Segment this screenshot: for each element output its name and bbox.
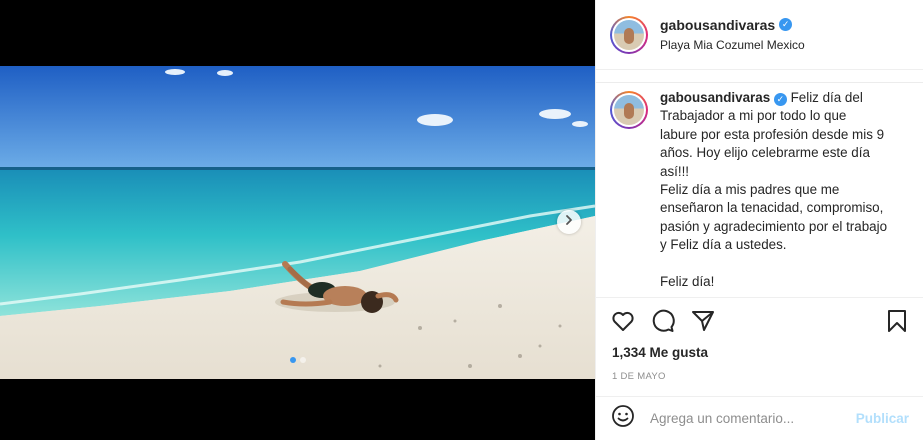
like-button[interactable] [610, 310, 636, 336]
save-button[interactable] [884, 309, 910, 338]
caption-area: gabousandivaras ✓ Feliz día del Trabajad… [596, 82, 923, 297]
carousel-dot-active [289, 357, 296, 363]
author-username[interactable]: gabousandivaras [660, 16, 775, 34]
comment-button[interactable] [650, 309, 676, 338]
post-header: gabousandivaras ✓ Playa Mia Cozumel Mexi… [596, 0, 923, 70]
likes-count[interactable]: 1,334 Me gusta [612, 345, 708, 360]
emoji-button[interactable] [610, 404, 636, 433]
author-avatar[interactable] [610, 15, 648, 54]
carousel-indicator [0, 357, 595, 363]
paper-plane-icon [691, 309, 715, 338]
post-date[interactable]: 1 DE MAYO [612, 371, 666, 382]
heart-icon [611, 309, 635, 338]
share-button[interactable] [690, 310, 716, 336]
post-photo[interactable] [0, 66, 595, 379]
verified-badge-icon: ✓ [779, 18, 793, 32]
post-side-panel: gabousandivaras ✓ Playa Mia Cozumel Mexi… [595, 0, 923, 440]
post-media-area [0, 0, 595, 440]
post-location[interactable]: Playa Mia Cozumel Mexico [660, 38, 805, 54]
comment-input[interactable] [650, 411, 856, 426]
bookmark-icon [885, 309, 909, 338]
comment-form: Publicar [596, 396, 923, 440]
caption-username[interactable]: gabousandivaras [660, 90, 770, 105]
comment-icon [651, 309, 675, 338]
carousel-dot [299, 357, 306, 363]
post-actions-bar [610, 309, 910, 338]
chevron-right-icon [563, 213, 575, 231]
verified-badge-icon: ✓ [773, 92, 787, 106]
publish-button[interactable]: Publicar [856, 411, 909, 426]
caption-avatar[interactable] [610, 91, 648, 129]
smiley-icon [611, 404, 635, 433]
caption-body: Feliz día del Trabajador a mi por todo l… [660, 90, 888, 290]
carousel-next-button[interactable] [557, 210, 581, 234]
post-caption: gabousandivaras ✓ Feliz día del Trabajad… [660, 89, 898, 291]
divider [596, 297, 923, 298]
beach-photo-image [0, 66, 595, 379]
